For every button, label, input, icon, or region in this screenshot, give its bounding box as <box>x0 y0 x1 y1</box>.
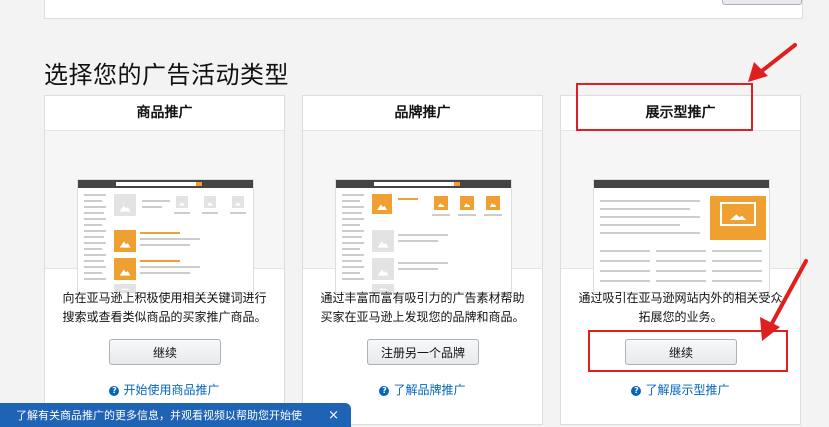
link-label[interactable]: 开始使用商品推广 <box>123 383 219 397</box>
card-description: 向在亚马逊上积极使用相关关键词进行搜索或查看类似商品的买家推广商品。 <box>62 291 267 324</box>
help-circle-icon: ? <box>379 385 390 396</box>
help-circle-icon: ? <box>109 385 120 396</box>
card-sponsored-brands: 品牌推广 通过丰富而富有吸引力的广告素材帮助买家在亚马逊上发现您的品牌和商品。 … <box>302 95 543 425</box>
card-sponsored-products: 商品推广 向在亚马逊上积极使用相关关键词进行搜索或查看类似商品的买家推广商品。 … <box>44 95 285 425</box>
previous-section-button[interactable] <box>722 0 802 5</box>
continue-button[interactable]: 继续 <box>109 339 221 365</box>
card-description: 通过丰富而富有吸引力的广告素材帮助买家在亚马逊上发现您的品牌和商品。 <box>320 291 525 324</box>
card-illustration <box>561 131 800 293</box>
mock-screenshot <box>593 179 770 293</box>
arrow-icon <box>760 259 808 341</box>
arrow-icon <box>748 43 797 82</box>
mock-screenshot <box>77 179 254 293</box>
card-header: 商品推广 <box>45 96 284 131</box>
info-toast[interactable]: 了解有关商品推广的更多信息，并观看视频以帮助您开始使 × <box>0 403 351 427</box>
link-label[interactable]: 了解展示型推广 <box>645 383 729 397</box>
mock-screenshot <box>335 179 512 293</box>
card-header: 品牌推广 <box>303 96 542 131</box>
help-circle-icon: ? <box>631 385 642 396</box>
link-label[interactable]: 了解品牌推广 <box>393 383 465 397</box>
learn-more-link[interactable]: ? 开始使用商品推广 <box>45 381 284 398</box>
previous-section-panel <box>44 0 803 19</box>
annotation-box-header <box>576 83 753 131</box>
close-icon[interactable]: × <box>328 403 339 427</box>
register-brand-button[interactable]: 注册另一个品牌 <box>367 339 479 365</box>
learn-more-link[interactable]: ? 了解品牌推广 <box>303 381 542 398</box>
toast-text: 了解有关商品推广的更多信息，并观看视频以帮助您开始使 <box>16 409 302 422</box>
card-illustration <box>45 131 284 293</box>
section-title: 选择您的广告活动类型 <box>44 61 289 89</box>
learn-more-link[interactable]: ? 了解展示型推广 <box>561 381 800 398</box>
card-illustration <box>303 131 542 293</box>
